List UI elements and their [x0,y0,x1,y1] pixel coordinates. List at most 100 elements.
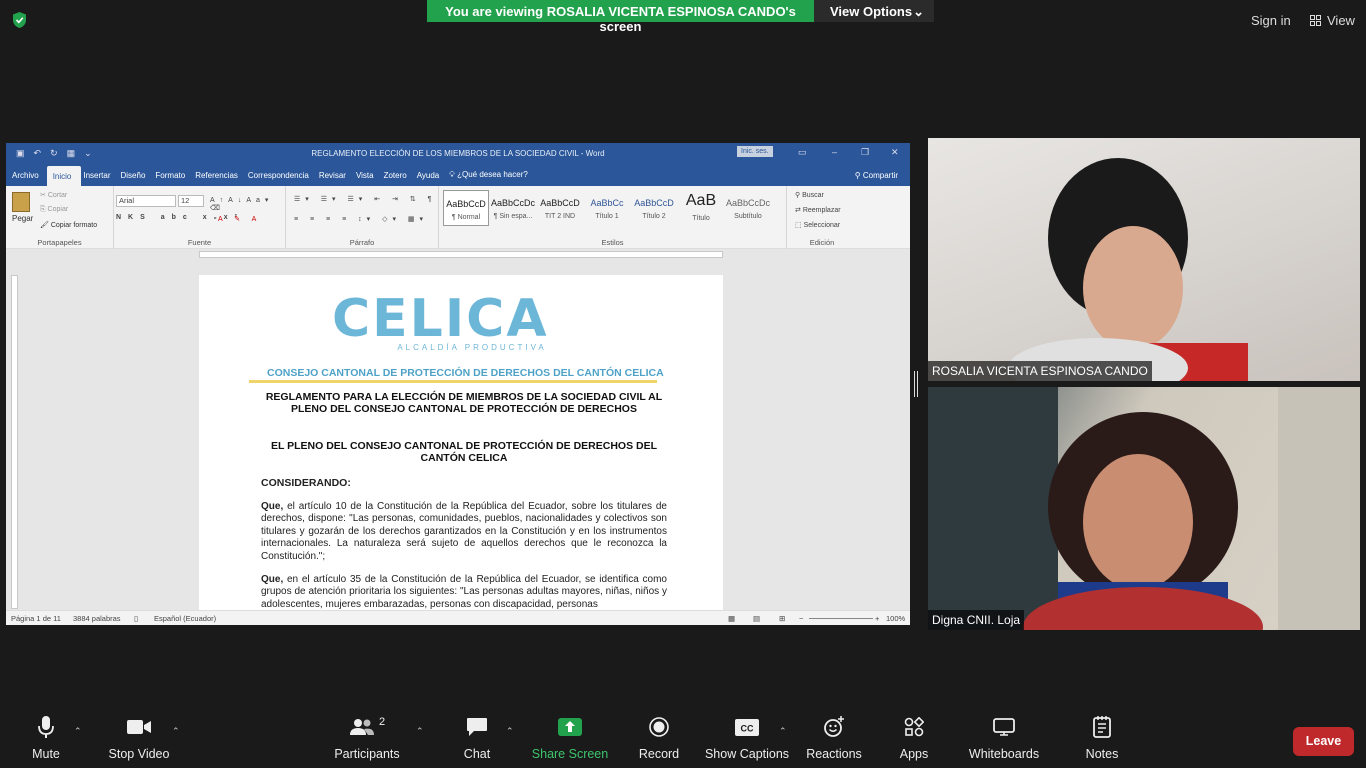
share-screen-button[interactable]: Share Screen [532,712,608,768]
copy-button[interactable]: ⎘ Copiar [40,206,68,214]
proofing-icon[interactable]: ▯ [134,614,138,623]
share-word-button[interactable]: ⚲ Compartir [855,171,910,186]
style-titulo-1[interactable]: AaBbCc Título 1 [584,190,630,226]
tab-correspondencia[interactable]: Correspondencia [246,171,317,186]
select-button[interactable]: ⬚ Seleccionar [795,221,840,229]
format-painter-button[interactable]: 🖌︎ Copiar formato [40,221,97,229]
page-count[interactable]: Página 1 de 11 [11,614,61,623]
video-tile-2[interactable]: Digna CNII. Loja [928,387,1360,630]
tab-revisar[interactable]: Revisar [317,171,354,186]
participants-button[interactable]: 2 Participants [334,712,399,768]
ribbon-display-icon[interactable]: ▭ [798,147,807,158]
find-button[interactable]: ⚲ Buscar [795,191,824,199]
style-tit-2-ind[interactable]: AaBbCcD TIT 2 IND [537,190,583,226]
word-count[interactable]: 3884 palabras [73,614,121,623]
zoom-level[interactable]: 100% [886,614,905,623]
chat-button[interactable]: Chat [461,712,493,768]
zoom-in-icon[interactable]: + [875,614,879,623]
focus-mode-icon[interactable]: ▦ [728,614,735,623]
security-shield-icon[interactable] [11,11,28,29]
document-page[interactable]: CELICA ALCALDÍA PRODUCTIVA CONSEJO CANTO… [199,275,723,615]
font-color-buttons[interactable]: A ✎ A [218,215,261,223]
tab-referencias[interactable]: Referencias [193,171,246,186]
style-titulo[interactable]: AaB Título [678,190,724,226]
language[interactable]: Español (Ecuador) [154,614,216,623]
copy-label: Copiar [47,206,69,213]
horizontal-ruler[interactable] [6,249,910,259]
font-name-select[interactable]: Arial [116,195,176,207]
mute-label: Mute [32,747,60,761]
reactions-icon [824,716,844,737]
sign-in-word-button[interactable]: Inic. ses. [737,146,773,157]
tab-vista[interactable]: Vista [354,171,382,186]
tab-diseno[interactable]: Diseño [119,171,154,186]
whiteboards-label: Whiteboards [968,747,1040,761]
tab-archivo[interactable]: Archivo [10,171,47,186]
font-size-select[interactable]: 12 [178,195,204,207]
que-label: Que, [261,574,284,585]
tab-inicio[interactable]: Inicio [46,166,82,186]
record-button[interactable]: Record [638,712,680,768]
video-options-chevron-icon[interactable]: ⌃ [172,726,180,737]
restore-icon[interactable]: ❐ [861,147,869,158]
record-label: Record [638,747,680,761]
replace-button[interactable]: ⇄ Reemplazar [795,206,841,214]
align-buttons[interactable]: ≡ ≡ ≡ ≡ ↕▾ ◇▾ ▦▾ [294,215,428,223]
paste-button[interactable]: Pegar [12,214,33,223]
style-normal[interactable]: AaBbCcD ¶ Normal [443,190,489,226]
zoom-out-icon[interactable]: − [799,614,803,623]
view-options-button[interactable]: View Options ⌄ [814,0,934,22]
tell-me-search[interactable]: 💡︎ ¿Qué desea hacer? [447,170,536,186]
style-subtitulo[interactable]: AaBbCcDc Subtítulo [725,190,771,226]
reactions-button[interactable]: Reactions [806,712,862,768]
panel-resize-handle[interactable] [914,371,918,397]
share-word-label: Compartir [862,171,898,180]
zoom-slider[interactable] [809,618,873,619]
reactions-label: Reactions [806,747,862,761]
video-tile-1[interactable]: ROSALIA VICENTA ESPINOSA CANDO [928,138,1360,381]
cut-button[interactable]: ✂ Cortar [40,191,67,199]
list-buttons[interactable]: ☰▾ ☰▾ ☰▾ ⇤ ⇥ ⇅ ¶ [294,195,436,203]
mute-button[interactable]: Mute [26,712,66,768]
celica-logo: CELICA ALCALDÍA PRODUCTIVA [332,293,572,363]
shared-screen[interactable]: ▣ ↶ ↻ ▦ ⌄ REGLAMENTO ELECCIÓN DE LOS MIE… [6,143,910,625]
web-layout-icon[interactable]: ⊞ [779,614,785,623]
paste-icon[interactable] [12,192,30,212]
logo-text: CELICA [332,289,549,349]
styles-label: Estilos [601,238,624,247]
vertical-ruler[interactable] [11,275,18,609]
style-name: Título 1 [595,213,619,220]
whiteboards-button[interactable]: Whiteboards [968,712,1040,768]
svg-text:CC: CC [741,723,754,733]
apps-icon [904,717,924,737]
apps-button[interactable]: Apps [896,712,932,768]
minimize-icon[interactable]: – [832,147,837,157]
participant-name-2: Digna CNII. Loja [928,610,1025,630]
notes-button[interactable]: Notes [1083,712,1121,768]
top-bar: You are viewing ROSALIA VICENTA ESPINOSA… [0,0,1366,40]
view-button[interactable]: View [1310,13,1355,28]
tab-insertar[interactable]: Insertar [81,171,118,186]
tab-formato[interactable]: Formato [153,171,193,186]
style-name: Título 2 [642,213,666,220]
tab-zotero[interactable]: Zotero [382,171,415,186]
leave-button[interactable]: Leave [1293,727,1354,756]
print-layout-icon[interactable]: ▤ [753,614,760,623]
stop-video-button[interactable]: Stop Video [108,712,170,768]
tab-ayuda[interactable]: Ayuda [415,171,448,186]
sign-in-button[interactable]: Sign in [1251,13,1291,28]
person-icon: ⚲ [854,171,863,180]
show-captions-button[interactable]: CC Show Captions [705,712,789,768]
style-name: ¶ Normal [451,214,481,221]
captions-chevron-icon[interactable]: ⌃ [779,726,787,737]
style-sin-espaciado[interactable]: AaBbCcDc ¶ Sin espa... [490,190,536,226]
view-options-label: View Options [830,4,913,19]
lightbulb-icon: 💡︎ [449,170,458,179]
chat-chevron-icon[interactable]: ⌃ [506,726,514,737]
close-icon[interactable]: ✕ [891,147,899,158]
style-titulo-2[interactable]: AaBbCcD Título 2 [631,190,677,226]
apps-label: Apps [899,747,929,761]
participants-chevron-icon[interactable]: ⌃ [416,726,424,737]
audio-options-chevron-icon[interactable]: ⌃ [74,726,82,737]
font-size-tools[interactable]: A↑A↓Aa▾ ⌫ [210,196,285,212]
